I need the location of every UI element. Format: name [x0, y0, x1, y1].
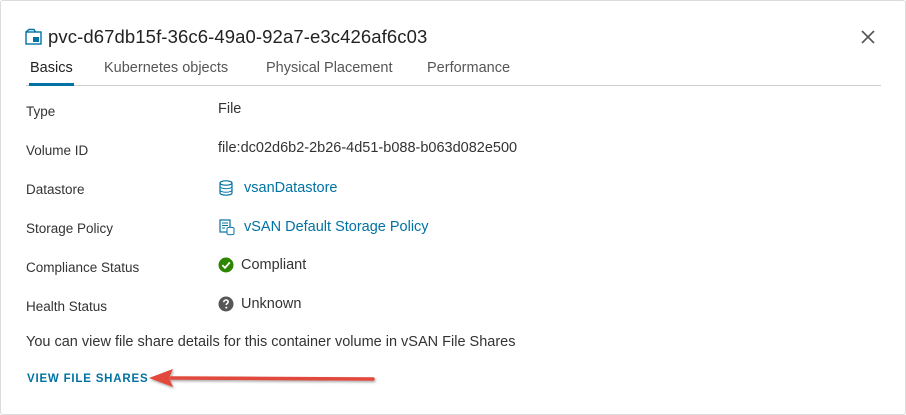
tab-kubernetes-objects[interactable]: Kubernetes objects: [104, 60, 228, 76]
detail-row-storage-policy: Storage Policy vSAN Default Storage Poli…: [26, 218, 886, 243]
datastore-label: Datastore: [26, 182, 85, 197]
detail-row-compliance-status: Compliance Status Compliant: [26, 257, 886, 282]
tab-physical-placement[interactable]: Physical Placement: [266, 60, 393, 76]
datastore-icon: [218, 179, 236, 197]
type-label: Type: [26, 104, 56, 119]
tab-basics[interactable]: Basics: [29, 60, 74, 86]
volume-id-label: Volume ID: [26, 143, 89, 158]
close-icon[interactable]: [857, 26, 879, 48]
annotation-arrow-icon: [141, 363, 381, 393]
storage-policy-label: Storage Policy: [26, 221, 114, 236]
type-value-text: File: [218, 101, 242, 117]
tab-bar: Basics Kubernetes objects Physical Place…: [26, 57, 881, 86]
storage-policy-icon: [218, 218, 236, 236]
health-status-label: Health Status: [26, 299, 108, 314]
health-status-value: Unknown: [218, 296, 301, 312]
health-status-text: Unknown: [241, 296, 302, 312]
compliance-status-value: Compliant: [218, 257, 306, 273]
tab-performance[interactable]: Performance: [427, 60, 510, 76]
file-share-info-text: You can view file share details for this…: [26, 334, 516, 350]
datastore-link[interactable]: vsanDatastore: [244, 180, 338, 196]
check-circle-icon: [218, 257, 234, 273]
volume-id-value-text: file:dc02d6b2-2b26-4d51-b088-b063d082e50…: [218, 140, 518, 156]
datastore-value: vsanDatastore: [218, 179, 338, 197]
detail-row-datastore: Datastore vsanDatastore: [26, 179, 886, 204]
dialog-header: pvc-d67db15f-36c6-49a0-92a7-e3c426af6c03: [25, 23, 427, 51]
volume-icon: [25, 28, 43, 46]
storage-policy-link[interactable]: vSAN Default Storage Policy: [244, 219, 429, 235]
dialog-title: pvc-d67db15f-36c6-49a0-92a7-e3c426af6c03: [48, 26, 428, 47]
question-circle-icon: [218, 296, 234, 312]
type-value: File: [218, 101, 241, 117]
detail-row-health-status: Health Status Unknown: [26, 296, 886, 321]
view-file-shares-link[interactable]: VIEW FILE SHARES: [27, 373, 148, 385]
compliance-status-text: Compliant: [241, 257, 307, 273]
volume-id-value: file:dc02d6b2-2b26-4d51-b088-b063d082e50…: [218, 140, 517, 156]
volume-details-dialog: pvc-d67db15f-36c6-49a0-92a7-e3c426af6c03…: [0, 0, 906, 415]
detail-row-type: Type File: [26, 101, 886, 126]
compliance-status-label: Compliance Status: [26, 260, 140, 275]
detail-row-volume-id: Volume ID file:dc02d6b2-2b26-4d51-b088-b…: [26, 140, 886, 165]
storage-policy-value: vSAN Default Storage Policy: [218, 218, 429, 236]
